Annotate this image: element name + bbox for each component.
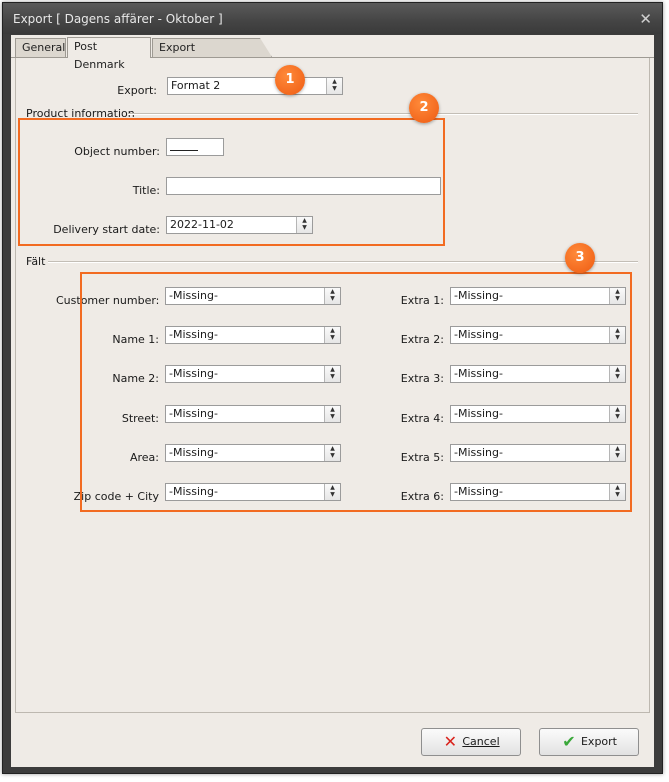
window-title: Export [ Dagens affärer - Oktober ] <box>13 12 223 26</box>
falt-heading: Fält <box>26 255 46 268</box>
close-icon[interactable]: ✕ <box>639 10 652 28</box>
tab-strip: General Post Denmark Export descriptions <box>11 37 654 71</box>
annotation-badge-1: 1 <box>275 65 305 95</box>
annotation-box-fields <box>80 272 632 512</box>
tab-export-descriptions[interactable]: Export descriptions <box>152 38 272 57</box>
annotation-box-product-info <box>18 118 445 246</box>
export-format-select[interactable]: Format 2 ▲ ▼ <box>167 77 343 95</box>
checkmark-icon: ✔ <box>562 732 576 751</box>
tab-general[interactable]: General <box>15 38 66 57</box>
dialog-footer: ✕ Cancel ✔ Export <box>15 714 650 764</box>
export-button[interactable]: ✔ Export <box>539 728 639 756</box>
group-divider <box>48 261 638 263</box>
cancel-button-label: Cancel <box>462 735 500 748</box>
export-label: Export: <box>117 84 157 97</box>
title-bar[interactable]: Export [ Dagens affärer - Oktober ] ✕ <box>3 3 662 34</box>
annotation-badge-3: 3 <box>565 243 595 273</box>
export-format-value: Format 2 <box>171 79 221 92</box>
group-divider <box>128 113 638 115</box>
spinner-arrows-icon[interactable]: ▲ ▼ <box>326 78 342 94</box>
tab-post-denmark[interactable]: Post Denmark <box>67 37 151 71</box>
annotation-badge-2: 2 <box>409 93 439 123</box>
export-button-label: Export <box>580 735 617 748</box>
cancel-button[interactable]: ✕ Cancel <box>421 728 521 756</box>
cancel-x-icon: ✕ <box>443 732 458 751</box>
